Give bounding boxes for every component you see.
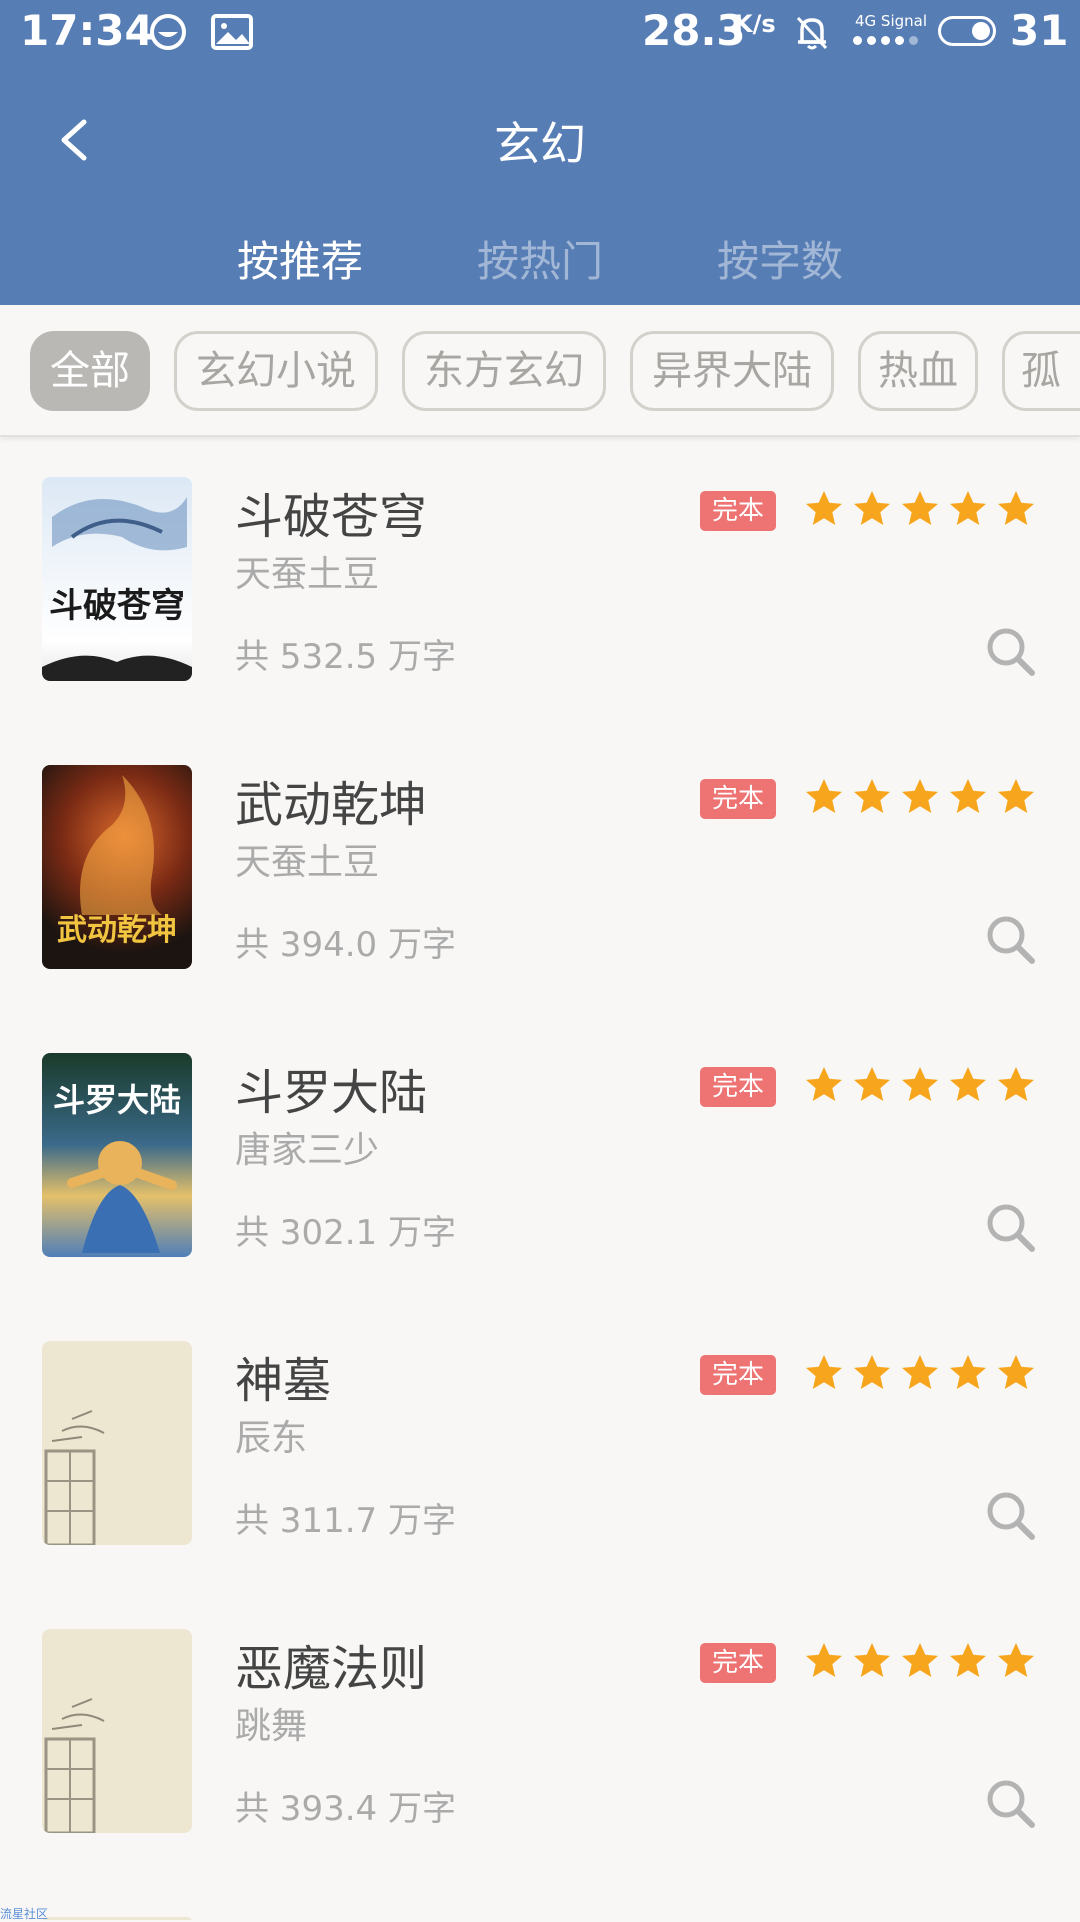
list-item[interactable]: 恶魔法则 跳舞 共 393.4 万字 完本: [0, 1589, 1080, 1877]
book-word-count: 共 532.5 万字: [235, 637, 456, 677]
list-item[interactable]: 斗罗大陆 斗罗大陆 唐家三少 共 302.1 万字 完本: [0, 1013, 1080, 1301]
chip-other-world[interactable]: 异界大陆: [630, 331, 834, 411]
star-icon: [902, 1067, 938, 1101]
book-cover: 斗破苍穹: [42, 477, 192, 681]
book-title: 斗破苍穹: [235, 489, 428, 545]
book-author: 天蚕土豆: [235, 554, 380, 595]
search-button[interactable]: [984, 913, 1038, 967]
status-badge: 完本: [700, 1643, 776, 1683]
search-button[interactable]: [984, 1201, 1038, 1255]
book-cover: 斗罗大陆: [42, 1053, 192, 1257]
search-button[interactable]: [984, 625, 1038, 679]
star-icon: [902, 491, 938, 525]
book-title: 武动乾坤: [235, 777, 428, 833]
star-icon: [998, 491, 1034, 525]
search-icon: [987, 628, 1035, 676]
book-list: 斗破苍穹 斗破苍穹 天蚕土豆 共 532.5 万字 完本 武动乾坤 武动乾坤 天…: [0, 437, 1080, 1920]
rating-stars: [804, 1641, 1036, 1681]
star-icon: [998, 1355, 1034, 1389]
search-icon: [987, 1780, 1035, 1828]
book-title: 斗罗大陆: [235, 1065, 428, 1121]
status-badge: 完本: [700, 1355, 776, 1395]
chip-xuanhuan-novel[interactable]: 玄幻小说: [174, 331, 378, 411]
star-icon: [854, 491, 890, 525]
cover-title: 斗罗大陆: [53, 1081, 181, 1119]
tab-word-count[interactable]: 按字数: [695, 228, 865, 289]
book-title: 恶魔法则: [235, 1641, 428, 1697]
star-icon: [998, 1643, 1034, 1677]
chip-all[interactable]: 全部: [30, 331, 150, 411]
app-header: 17:34 28.3 K/s 4G Signal 31 玄幻 按推荐 按热门 按…: [0, 0, 1080, 305]
chip-hot-blood[interactable]: 热血: [858, 331, 978, 411]
alarm-off-icon: [792, 12, 832, 56]
rating-stars: [804, 1065, 1036, 1105]
signal-strength-icon: [853, 36, 918, 45]
book-author: 天蚕土豆: [235, 842, 380, 883]
search-icon: [987, 1492, 1035, 1540]
star-icon: [902, 1355, 938, 1389]
rating-stars: [804, 777, 1036, 817]
star-icon: [806, 491, 842, 525]
star-icon: [902, 779, 938, 813]
watermark-text: 流星社区: [0, 1907, 49, 1921]
star-icon: [998, 1067, 1034, 1101]
tab-recommended[interactable]: 按推荐: [215, 228, 385, 289]
book-word-count: 共 311.7 万字: [235, 1501, 456, 1541]
toggle-icon: [938, 16, 996, 46]
star-icon: [950, 1067, 986, 1101]
network-speed: 28.3: [642, 6, 746, 55]
cover-title: 武动乾坤: [57, 913, 177, 948]
star-icon: [998, 779, 1034, 813]
star-icon: [950, 1355, 986, 1389]
book-author: 唐家三少: [235, 1130, 380, 1171]
chip-eastern-xuanhuan[interactable]: 东方玄幻: [402, 331, 606, 411]
chat-bubble-icon: [148, 12, 188, 56]
image-icon: [210, 12, 254, 56]
star-icon: [902, 1643, 938, 1677]
rating-stars: [804, 489, 1036, 529]
network-speed-unit: K/s: [734, 10, 776, 38]
star-icon: [806, 1355, 842, 1389]
star-icon: [950, 491, 986, 525]
status-badge: 完本: [700, 1067, 776, 1107]
book-title: 神墓: [235, 1353, 332, 1409]
status-badge: 完本: [700, 779, 776, 819]
list-item[interactable]: 神墓 辰东 共 311.7 万字 完本: [0, 1301, 1080, 1589]
star-icon: [854, 1355, 890, 1389]
tab-popular[interactable]: 按热门: [455, 228, 625, 289]
book-cover-placeholder: [42, 1629, 192, 1833]
signal-label: 4G Signal: [855, 12, 928, 30]
status-bar: 17:34 28.3 K/s 4G Signal 31: [0, 0, 1080, 66]
search-icon: [987, 916, 1035, 964]
search-icon: [987, 1204, 1035, 1252]
list-item[interactable]: 武动乾坤 武动乾坤 天蚕土豆 共 394.0 万字 完本: [0, 725, 1080, 1013]
cover-title: 斗破苍穹: [49, 586, 185, 626]
book-word-count: 共 393.4 万字: [235, 1789, 456, 1829]
book-author: 辰东: [235, 1418, 308, 1459]
category-chips: 全部 玄幻小说 东方玄幻 异界大陆 热血 孤: [0, 305, 1080, 437]
star-icon: [950, 1643, 986, 1677]
rating-stars: [804, 1353, 1036, 1393]
search-button[interactable]: [984, 1489, 1038, 1543]
sort-tabs: 按推荐 按热门 按字数: [0, 228, 1080, 288]
book-cover-placeholder: [42, 1341, 192, 1545]
star-icon: [950, 779, 986, 813]
star-icon: [854, 1067, 890, 1101]
book-word-count: 共 394.0 万字: [235, 925, 456, 965]
book-word-count: 共 302.1 万字: [235, 1213, 456, 1253]
star-icon: [806, 1067, 842, 1101]
search-button[interactable]: [984, 1777, 1038, 1831]
battery-level: 31: [1010, 6, 1069, 55]
star-icon: [854, 779, 890, 813]
star-icon: [854, 1643, 890, 1677]
book-author: 跳舞: [235, 1706, 308, 1747]
star-icon: [806, 1643, 842, 1677]
chip-lone[interactable]: 孤: [1002, 331, 1080, 411]
book-cover: 武动乾坤: [42, 765, 192, 969]
status-time: 17:34: [20, 6, 154, 55]
status-badge: 完本: [700, 491, 776, 531]
page-title: 玄幻: [494, 117, 586, 171]
list-item[interactable]: 斗破苍穹 斗破苍穹 天蚕土豆 共 532.5 万字 完本: [0, 437, 1080, 725]
star-icon: [806, 779, 842, 813]
